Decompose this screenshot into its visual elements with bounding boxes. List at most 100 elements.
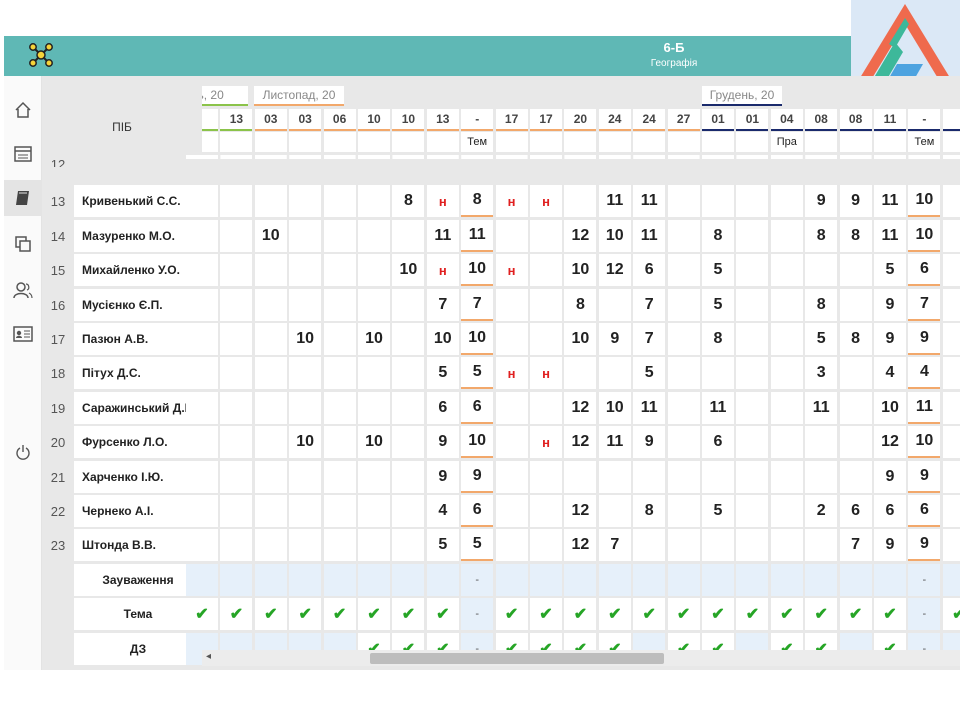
grade-cell[interactable] [633,460,666,493]
book-icon[interactable] [4,180,42,216]
grade-cell[interactable] [358,185,390,218]
grade-cell[interactable] [667,529,700,562]
student-name[interactable]: Фурсенко Л.О. [74,426,202,459]
footer-cell[interactable] [736,563,769,596]
footer-cell[interactable]: ✔ [942,598,960,631]
grade-cell[interactable] [598,357,631,390]
date-header[interactable]: - [461,109,494,131]
grade-cell[interactable] [186,460,218,493]
footer-cell[interactable] [392,563,425,596]
grade-cell[interactable] [942,185,960,218]
grade-cell[interactable]: н [495,357,528,390]
grade-cell[interactable] [942,495,960,527]
footer-cell[interactable]: ✔ [736,598,769,631]
grade-cell[interactable] [770,460,803,493]
grade-cell[interactable] [530,529,562,562]
date-header[interactable]: 11 [874,109,906,131]
grade-cell[interactable]: 10 [254,219,287,252]
grade-cell[interactable] [839,391,872,424]
grade-cell[interactable]: 10 [598,391,631,424]
grade-cell[interactable] [530,323,562,355]
footer-cell[interactable] [358,563,390,596]
date-header[interactable] [942,109,960,131]
footer-cell[interactable] [323,563,356,596]
grade-cell[interactable] [805,426,838,459]
grade-cell[interactable] [770,254,803,287]
grade-cell[interactable] [667,219,700,252]
grade-cell[interactable]: 10 [461,426,494,459]
grade-cell[interactable]: 9 [874,288,906,321]
grade-cell[interactable] [495,391,528,424]
grade-cell[interactable] [495,529,528,562]
grade-cell[interactable]: 11 [702,391,734,424]
footer-cell[interactable]: ✔ [392,598,425,631]
grade-cell[interactable]: 10 [461,254,494,287]
grade-cell[interactable] [358,357,390,390]
student-name[interactable]: Чернеко А.І. [74,495,202,527]
footer-cell[interactable] [805,563,838,596]
grade-cell[interactable] [323,254,356,287]
student-name[interactable]: Пазюн А.В. [74,323,202,355]
grade-cell[interactable] [289,460,322,493]
grade-cell[interactable] [220,426,253,459]
grade-cell[interactable] [358,391,390,424]
footer-cell[interactable] [220,563,253,596]
footer-cell[interactable] [495,563,528,596]
topic-cell[interactable] [220,132,253,152]
grade-cell[interactable] [805,254,838,287]
grade-cell[interactable]: 5 [702,288,734,321]
grade-cell[interactable] [289,357,322,390]
grade-cell[interactable] [186,529,218,562]
grade-cell[interactable] [392,391,425,424]
grade-cell[interactable] [186,426,218,459]
grade-cell[interactable]: н [530,185,562,218]
grade-cell[interactable]: 5 [426,529,459,562]
student-name[interactable]: Мусієнко Є.П. [74,288,202,321]
grade-cell[interactable]: 7 [908,288,941,321]
grade-cell[interactable]: 11 [874,219,906,252]
grade-cell[interactable] [220,219,253,252]
grade-cell[interactable]: 8 [702,323,734,355]
grade-cell[interactable] [495,460,528,493]
grade-cell[interactable] [358,288,390,321]
grade-cell[interactable] [633,529,666,562]
grade-cell[interactable]: н [530,426,562,459]
grade-cell[interactable]: 10 [908,185,941,218]
grade-cell[interactable] [770,185,803,218]
footer-cell[interactable]: ✔ [358,598,390,631]
topic-cell[interactable] [942,132,960,152]
grade-cell[interactable]: н [426,254,459,287]
grade-cell[interactable] [667,357,700,390]
topic-cell[interactable] [323,132,356,152]
scroll-thumb[interactable] [370,653,664,664]
date-header[interactable]: 13 [220,109,253,131]
footer-cell[interactable]: ✔ [839,598,872,631]
grade-cell[interactable]: 3 [805,357,838,390]
grade-cell[interactable] [392,323,425,355]
grade-cell[interactable] [942,219,960,252]
grade-cell[interactable] [392,357,425,390]
date-header[interactable]: 27 [667,109,700,131]
topic-cell[interactable] [289,132,322,152]
grade-cell[interactable] [220,357,253,390]
grade-cell[interactable]: 10 [874,391,906,424]
grade-cell[interactable] [392,529,425,562]
footer-cell[interactable]: ✔ [874,598,906,631]
grade-cell[interactable]: 11 [598,185,631,218]
grade-cell[interactable] [323,426,356,459]
grade-cell[interactable]: 9 [598,323,631,355]
grade-cell[interactable]: 11 [908,391,941,424]
grade-cell[interactable] [323,185,356,218]
grade-cell[interactable] [289,529,322,562]
student-name[interactable]: Пітух Д.С. [74,357,202,390]
grade-cell[interactable] [598,460,631,493]
footer-cell[interactable] [254,563,287,596]
grade-cell[interactable] [564,460,597,493]
grade-cell[interactable] [186,254,218,287]
grade-cell[interactable]: 7 [598,529,631,562]
grade-cell[interactable] [942,391,960,424]
footer-cell[interactable]: ✔ [323,598,356,631]
grade-cell[interactable]: 12 [564,529,597,562]
grade-cell[interactable] [667,185,700,218]
date-header[interactable]: 08 [805,109,838,131]
